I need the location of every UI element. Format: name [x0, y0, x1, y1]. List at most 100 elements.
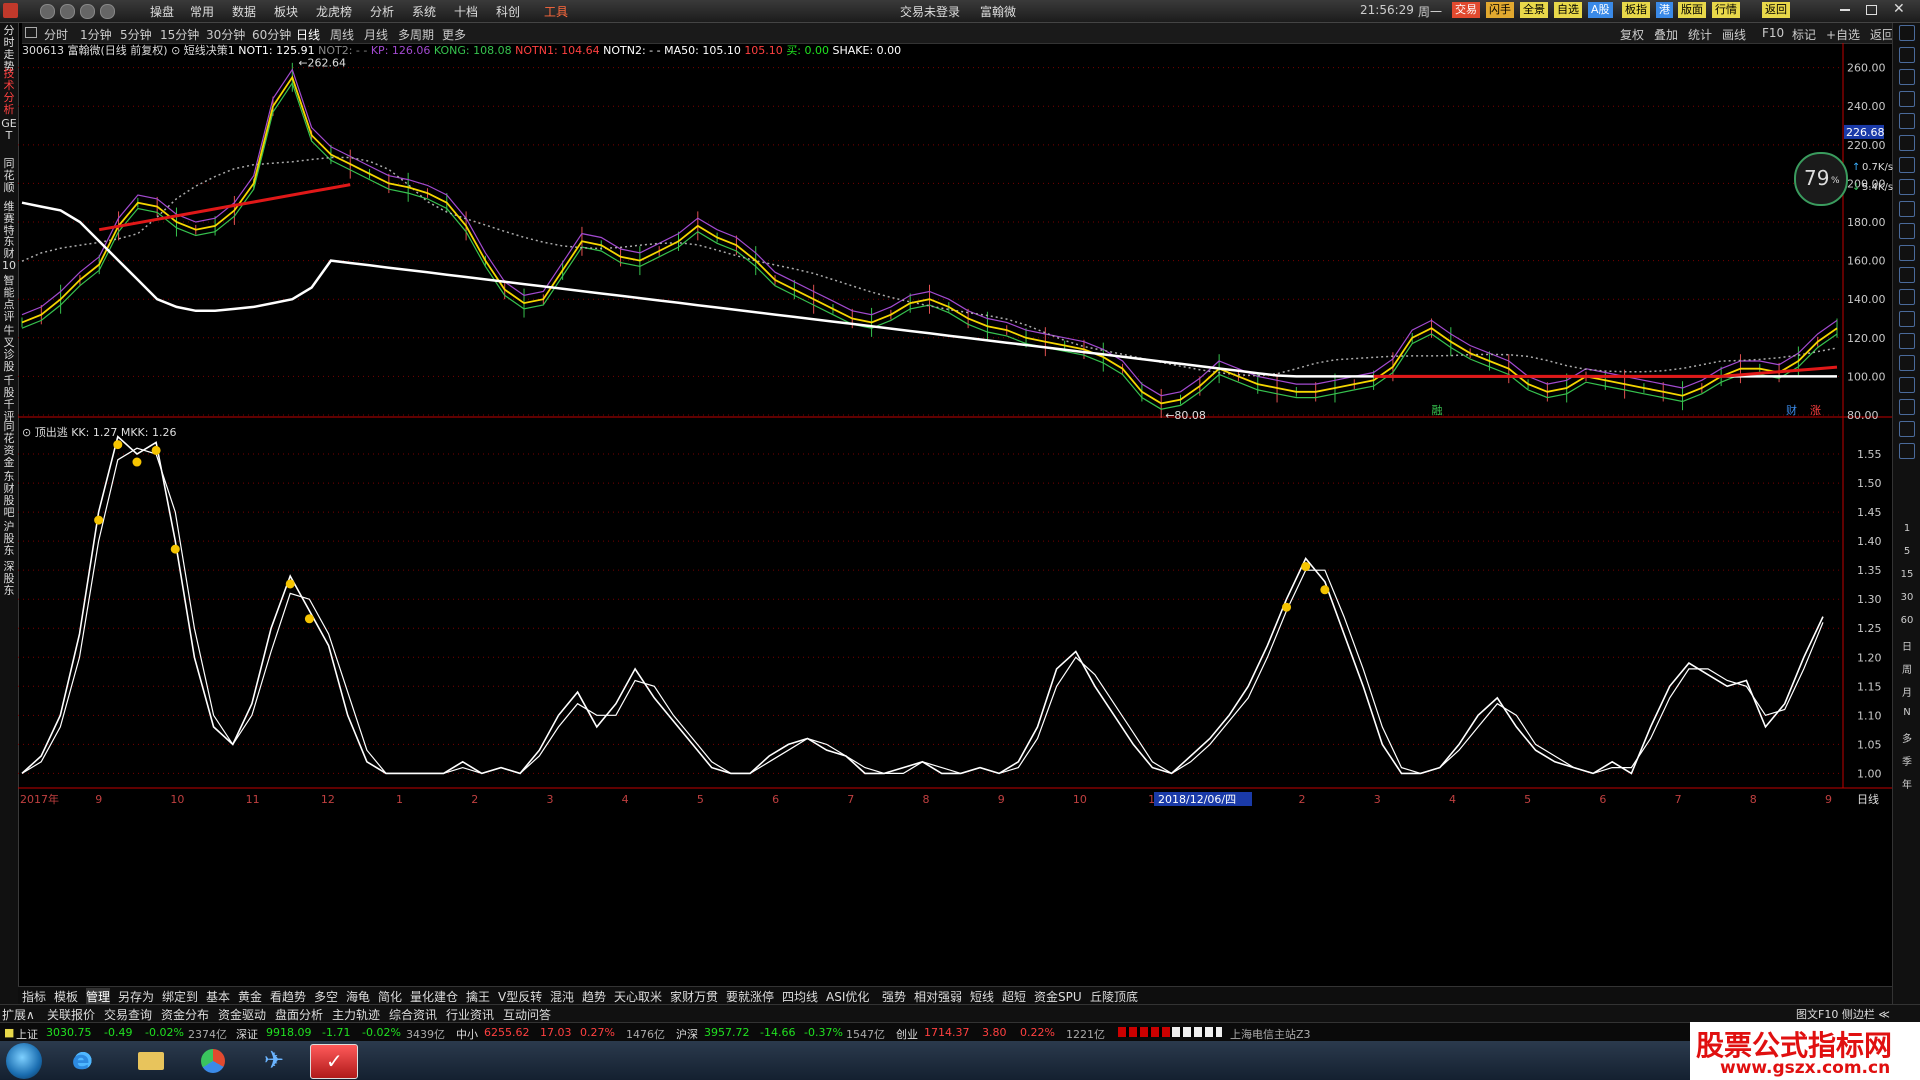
info-tab-1[interactable]: 关联报价: [47, 1006, 95, 1023]
info-tab-2[interactable]: 交易查询: [104, 1006, 152, 1023]
menu-item-system[interactable]: 系统: [412, 3, 436, 20]
indicator-tab-25[interactable]: 资金SPU: [1034, 988, 1082, 1005]
report-icon[interactable]: [1899, 223, 1915, 239]
status-sz-label[interactable]: 深证: [236, 1026, 258, 1042]
indicator-tab-24[interactable]: 超短: [1002, 988, 1026, 1005]
a-share-button[interactable]: A股: [1588, 2, 1613, 18]
watchlist-button[interactable]: 自选: [1554, 2, 1582, 18]
indicator-tab-13[interactable]: V型反转: [498, 988, 542, 1005]
toolbar-fuquan[interactable]: 复权: [1620, 26, 1644, 43]
status-cy-label[interactable]: 创业: [896, 1026, 918, 1042]
indicator-tab-11[interactable]: 量化建仓: [410, 988, 458, 1005]
event-marker-zhang[interactable]: 涨: [1810, 404, 1821, 417]
toolbar-stats[interactable]: 统计: [1688, 26, 1712, 43]
indicator-tab-19[interactable]: 四均线: [782, 988, 818, 1005]
window-control-2[interactable]: [60, 4, 75, 19]
indicator-tab-10[interactable]: 简化: [378, 988, 402, 1005]
period-multi[interactable]: 多周期: [398, 26, 434, 43]
toolbar-add-watchlist[interactable]: +自选: [1826, 26, 1860, 43]
pie-icon[interactable]: [1899, 355, 1915, 371]
stock-app-icon[interactable]: ✓: [310, 1044, 358, 1079]
arrow-up-icon[interactable]: [1899, 25, 1915, 41]
indicator-tab-26[interactable]: 丘陵顶底: [1090, 988, 1138, 1005]
menu-item-data[interactable]: 数据: [232, 3, 256, 20]
right-period-6[interactable]: 周: [1895, 661, 1919, 676]
leftbar-item-12[interactable]: 深股东: [1, 561, 17, 597]
info-tab-4[interactable]: 资金驱动: [218, 1006, 266, 1023]
info-tab-6[interactable]: 主力轨迹: [332, 1006, 380, 1023]
right-period-2[interactable]: 15: [1895, 569, 1919, 580]
sector-index-button[interactable]: 板指: [1622, 2, 1650, 18]
leftbar-item-0[interactable]: 分时走势: [1, 25, 17, 73]
hk-button[interactable]: 港: [1656, 2, 1673, 18]
panorama-button[interactable]: 全景: [1520, 2, 1548, 18]
right-period-5[interactable]: 日: [1895, 638, 1919, 653]
period-more[interactable]: 更多: [442, 26, 466, 43]
rsi-icon[interactable]: [1899, 333, 1915, 349]
note-icon[interactable]: [1899, 443, 1915, 459]
indicator-tab-6[interactable]: 黄金: [238, 988, 262, 1005]
info-tab-5[interactable]: 盘面分析: [275, 1006, 323, 1023]
window-control-4[interactable]: [100, 4, 115, 19]
right-period-3[interactable]: 30: [1895, 592, 1919, 603]
indicator-tab-22[interactable]: 相对强弱: [914, 988, 962, 1005]
period-monthly[interactable]: 月线: [364, 26, 388, 43]
list-icon[interactable]: [1899, 201, 1915, 217]
grid-icon[interactable]: [1899, 113, 1915, 129]
minimize-icon[interactable]: [1840, 9, 1850, 11]
status-server[interactable]: 上海电信主站Z3: [1230, 1026, 1311, 1042]
leftbar-item-9[interactable]: 同花资金: [1, 421, 17, 469]
menu-item-star-market[interactable]: 科创: [496, 3, 520, 20]
menu-item-trade[interactable]: 操盘: [150, 3, 174, 20]
news-icon[interactable]: [1899, 179, 1915, 195]
toolbar-draw[interactable]: 画线: [1722, 26, 1746, 43]
indicator-tab-9[interactable]: 海龟: [346, 988, 370, 1005]
status-sh-label[interactable]: 上证: [16, 1026, 38, 1042]
right-period-11[interactable]: 年: [1895, 776, 1919, 791]
indicator-tab-1[interactable]: 模板: [54, 988, 78, 1005]
indicator-tab-2[interactable]: 管理: [86, 988, 111, 1005]
leftbar-item-11[interactable]: 沪股东: [1, 521, 17, 557]
arrow-up-2-icon[interactable]: [1899, 69, 1915, 85]
info-icon[interactable]: [1899, 267, 1915, 283]
leftbar-item-3[interactable]: 同花顺: [1, 158, 17, 194]
toolbar-mark[interactable]: 标记: [1792, 26, 1816, 43]
indicator-tab-7[interactable]: 看趋势: [270, 988, 306, 1005]
toolbar-overlay[interactable]: 叠加: [1654, 26, 1678, 43]
period-30min[interactable]: 30分钟: [206, 26, 245, 43]
start-button-icon[interactable]: [6, 1043, 42, 1079]
right-period-1[interactable]: 5: [1895, 546, 1919, 557]
right-period-8[interactable]: N: [1895, 707, 1919, 718]
toolbar-f10[interactable]: F10: [1762, 26, 1784, 40]
info-tab-7[interactable]: 综合资讯: [389, 1006, 437, 1023]
indicator-tab-0[interactable]: 指标: [22, 988, 46, 1005]
chart-area[interactable]: 260.00240.00220.00200.00180.00160.00140.…: [18, 43, 1892, 986]
leftbar-item-2[interactable]: GET: [1, 118, 17, 142]
indicator-tab-4[interactable]: 绑定到: [162, 988, 198, 1005]
close-icon[interactable]: ✕: [1893, 1, 1905, 17]
indicator-tab-5[interactable]: 基本: [206, 988, 230, 1005]
arrow-down-2-icon[interactable]: [1899, 91, 1915, 107]
leftbar-item-8[interactable]: 千股千评: [1, 375, 17, 423]
indicator-tab-8[interactable]: 多空: [314, 988, 338, 1005]
info-tab-9[interactable]: 互动问答: [503, 1006, 551, 1023]
right-period-10[interactable]: 季: [1895, 753, 1919, 768]
pen-icon[interactable]: [1899, 399, 1915, 415]
leftbar-item-1[interactable]: 技术分析: [1, 68, 17, 116]
menu-item-sector[interactable]: 板块: [274, 3, 298, 20]
f10-sidebar-toggle[interactable]: 图文F10 侧边栏 ≪: [1796, 1006, 1890, 1022]
event-marker-rong[interactable]: 融: [1432, 404, 1443, 417]
status-zx-label[interactable]: 中小: [456, 1026, 478, 1042]
right-period-0[interactable]: 1: [1895, 523, 1919, 534]
toolbar-return[interactable]: 返回: [1870, 26, 1894, 43]
indicator-tab-20[interactable]: ASI优化: [826, 988, 869, 1005]
info-tab-8[interactable]: 行业资讯: [446, 1006, 494, 1023]
leftbar-item-5[interactable]: 东财10: [1, 236, 17, 272]
arrow-down-icon[interactable]: [1899, 47, 1915, 63]
chart-icon[interactable]: [1899, 157, 1915, 173]
right-period-9[interactable]: 多: [1895, 730, 1919, 745]
indicator-tab-18[interactable]: 要就涨停: [726, 988, 774, 1005]
leftbar-item-4[interactable]: 维赛特: [1, 201, 17, 237]
menu-item-dragon-tiger[interactable]: 龙虎榜: [316, 3, 352, 20]
menu-item-analysis[interactable]: 分析: [370, 3, 394, 20]
